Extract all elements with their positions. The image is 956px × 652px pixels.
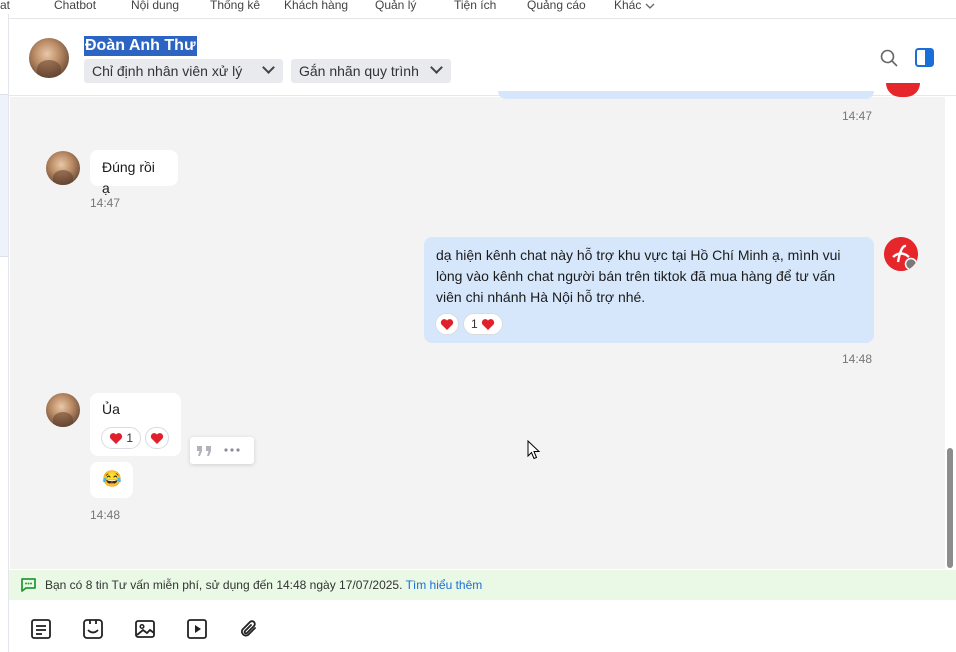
chat-header: Đoàn Anh Thư Chỉ định nhân viên xử lý Gắ… [9, 18, 956, 96]
reaction-count: 1 [126, 431, 134, 445]
process-tag-label: Gắn nhãn quy trình [299, 63, 419, 79]
incoming-message[interactable]: Đúng rồi ạ [90, 150, 178, 196]
nav-item-content[interactable]: Nội dung [131, 0, 179, 12]
chevron-down-icon [430, 61, 443, 74]
search-icon[interactable] [880, 49, 898, 67]
template-icon[interactable] [30, 618, 52, 640]
nav-item-customers[interactable]: Khách hàng [284, 0, 348, 12]
nav-item-management[interactable]: Quản lý [375, 0, 416, 12]
message-text: Ủa [102, 401, 120, 417]
chat-scrollbar[interactable] [947, 448, 953, 568]
chevron-down-icon [262, 61, 275, 74]
chevron-down-icon [645, 3, 655, 9]
message-text: dạ hiện kênh chat này hỗ trợ khu vực tại… [436, 247, 841, 305]
quote-icon[interactable] [196, 444, 214, 458]
top-navigation: at Chatbot Nội dung Thống kê Khách hàng … [0, 0, 956, 14]
message-time: 14:47 [90, 196, 121, 210]
nav-item-chatbot[interactable]: Chatbot [54, 0, 96, 12]
more-options-icon[interactable] [224, 448, 240, 452]
sticker-icon[interactable] [82, 618, 104, 640]
message-time: 14:47 [842, 109, 873, 123]
assign-staff-dropdown[interactable]: Chỉ định nhân viên xử lý [84, 59, 283, 83]
assign-staff-label: Chỉ định nhân viên xử lý [92, 63, 243, 79]
outgoing-message-partial[interactable] [498, 91, 874, 99]
image-icon[interactable] [134, 618, 156, 640]
message-actions [190, 437, 254, 464]
free-message-notice: Bạn có 8 tin Tư vấn miễn phí, sử dụng đế… [9, 570, 956, 600]
contact-avatar[interactable] [29, 38, 69, 78]
notice-text: Bạn có 8 tin Tư vấn miễn phí, sử dụng đế… [45, 578, 403, 592]
nav-item-ads[interactable]: Quảng cáo [527, 0, 586, 12]
side-panel-toggle-icon[interactable] [915, 48, 934, 67]
chat-bubble-icon [21, 578, 36, 592]
shop-avatar [884, 237, 918, 271]
video-icon[interactable] [186, 618, 208, 640]
message-time: 14:48 [90, 508, 121, 522]
composer-toolbar [9, 601, 956, 652]
conversation-list-edge [0, 14, 9, 652]
heart-icon [440, 319, 454, 331]
reaction-summary[interactable]: 1 [101, 427, 141, 449]
contact-name[interactable]: Đoàn Anh Thư [84, 36, 197, 56]
attachment-icon[interactable] [238, 618, 260, 640]
process-tag-dropdown[interactable]: Gắn nhãn quy trình [291, 59, 451, 83]
nav-item-statistics[interactable]: Thống kê [210, 0, 260, 12]
reaction-count: 1 [470, 317, 478, 331]
heart-icon [150, 433, 164, 445]
message-time: 14:48 [842, 352, 873, 366]
message-text: 😂 [102, 471, 122, 488]
contact-avatar[interactable] [46, 151, 80, 185]
mouse-cursor-icon [527, 440, 541, 460]
selected-conversation-edge[interactable] [0, 94, 8, 257]
message-text: Đúng rồi ạ [102, 159, 155, 196]
reaction-heart[interactable] [145, 427, 169, 449]
contact-avatar[interactable] [46, 393, 80, 427]
reaction-summary[interactable]: 1 [463, 313, 503, 335]
incoming-emoji-message[interactable]: 😂 [90, 462, 133, 498]
nav-item-chat[interactable]: at [0, 0, 10, 12]
nav-item-utilities[interactable]: Tiện ích [454, 0, 496, 12]
reaction-heart[interactable] [435, 313, 459, 335]
heart-icon [481, 319, 495, 331]
learn-more-link[interactable]: Tìm hiểu thêm [406, 578, 483, 592]
message-list[interactable]: 14:47 Đúng rồi ạ 14:47 dạ hiện kênh chat… [10, 83, 945, 569]
nav-item-more[interactable]: Khác [614, 0, 655, 12]
heart-icon [109, 433, 123, 445]
